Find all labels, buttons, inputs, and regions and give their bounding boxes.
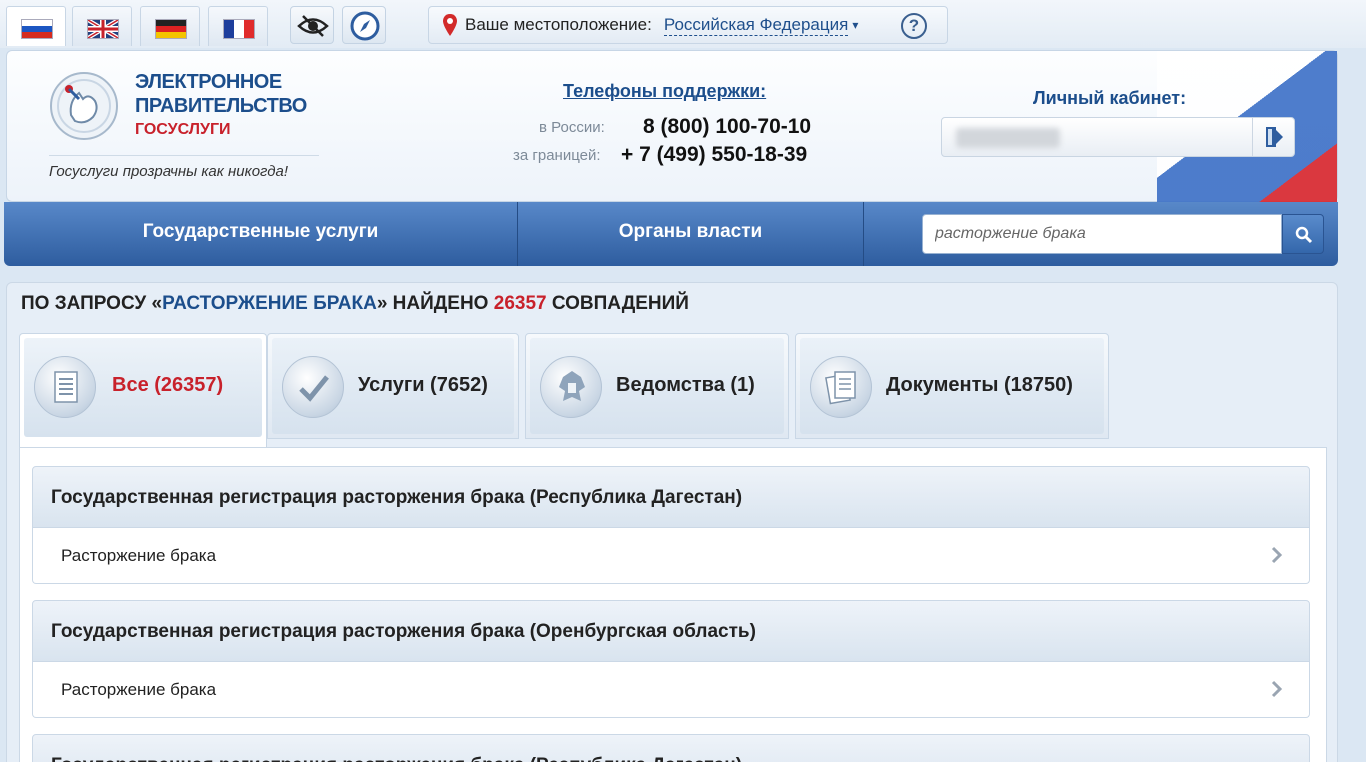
chevron-right-icon <box>1271 680 1283 698</box>
login-door-icon <box>1266 127 1283 147</box>
phone-number-abroad: + 7 (499) 550-18-39 <box>621 143 808 166</box>
eye-crossed-icon <box>297 15 329 37</box>
results-suffix: СОВПАДЕНИЙ <box>546 293 689 314</box>
documents-icon <box>810 356 872 418</box>
tab-all[interactable]: Все (26357) <box>19 333 267 447</box>
language-de-button[interactable] <box>140 6 200 46</box>
results-count: 26357 <box>493 293 547 314</box>
coat-of-arms-icon <box>540 356 602 418</box>
result-group-title: Государственная регистрация расторжения … <box>32 466 1310 528</box>
results-list: Государственная регистрация расторжения … <box>19 447 1327 762</box>
map-pin-icon <box>443 14 457 36</box>
germany-flag-icon <box>155 19 187 39</box>
location-label: Ваше местоположение: <box>465 15 652 34</box>
search-results-section: ПО ЗАПРОСУ «РАСТОРЖЕНИЕ БРАКА» НАЙДЕНО 2… <box>6 282 1338 762</box>
location-selector: Ваше местоположение: Российская Федераци… <box>428 6 948 44</box>
login-button[interactable] <box>1252 118 1294 156</box>
checkmark-icon <box>282 356 344 418</box>
compass-button[interactable] <box>342 6 386 44</box>
results-query: РАСТОРЖЕНИЕ БРАКА <box>162 293 377 314</box>
logo-brand: ГОСУСЛУГИ <box>135 121 231 138</box>
support-phones-title[interactable]: Телефоны поддержки: <box>563 81 766 102</box>
gosuslugi-logo-icon[interactable] <box>49 71 119 141</box>
language-fr-button[interactable] <box>208 6 268 46</box>
search-input[interactable] <box>922 214 1282 254</box>
tab-services[interactable]: Услуги (7652) <box>267 333 519 439</box>
phone-number-russia: 8 (800) 100-70-10 <box>643 115 812 138</box>
personal-cabinet-login-field[interactable] <box>941 117 1295 157</box>
tab-all-label: Все (26357) <box>112 374 224 396</box>
location-dropdown[interactable]: Российская Федерация <box>663 15 849 36</box>
main-nav: Государственные услуги Органы власти <box>4 202 1338 266</box>
phone-label-abroad: за границей: <box>513 147 601 164</box>
result-item-label: Расторжение брака <box>61 680 217 699</box>
language-en-button[interactable] <box>72 6 132 46</box>
blurred-username <box>956 128 1060 148</box>
result-group-title: Государственная регистрация расторжения … <box>32 734 1310 762</box>
tab-services-label: Услуги (7652) <box>358 374 488 396</box>
tab-documents-label: Документы (18750) <box>886 374 1073 396</box>
language-ru-button[interactable] <box>6 6 66 46</box>
result-item-label: Расторжение брака <box>61 546 217 565</box>
russia-flag-icon <box>21 19 53 39</box>
divider <box>49 155 319 156</box>
results-middle: » НАЙДЕНО <box>376 293 494 314</box>
slogan: Госуслуги прозрачны как никогда! <box>49 163 289 180</box>
france-flag-icon <box>223 19 255 39</box>
list-icon <box>34 356 96 418</box>
help-icon[interactable]: ? <box>901 13 927 39</box>
uk-flag-icon <box>87 19 119 39</box>
result-group-title: Государственная регистрация расторжения … <box>32 600 1310 662</box>
results-prefix: ПО ЗАПРОСУ « <box>21 293 163 314</box>
personal-cabinet-title: Личный кабинет: <box>1033 88 1187 108</box>
chevron-down-icon[interactable]: ▾ <box>852 18 858 32</box>
tab-agencies[interactable]: Ведомства (1) <box>525 333 789 439</box>
search-icon <box>1295 226 1313 244</box>
nav-state-services[interactable]: Государственные услуги <box>4 202 518 266</box>
result-item[interactable]: Расторжение брака <box>32 662 1310 718</box>
results-heading: ПО ЗАПРОСУ «РАСТОРЖЕНИЕ БРАКА» НАЙДЕНО 2… <box>21 293 689 315</box>
top-strip: Ваше местоположение: Российская Федераци… <box>0 0 1366 48</box>
nav-authorities[interactable]: Органы власти <box>518 202 864 266</box>
result-item[interactable]: Расторжение брака <box>32 528 1310 584</box>
logo-title: ЭЛЕКТРОННОЕ <box>135 71 282 93</box>
low-vision-button[interactable] <box>290 6 334 44</box>
tab-documents[interactable]: Документы (18750) <box>795 333 1109 439</box>
search-button[interactable] <box>1282 214 1324 254</box>
tab-agencies-label: Ведомства (1) <box>616 374 755 396</box>
site-header: ЭЛЕКТРОННОЕ ПРАВИТЕЛЬСТВО ГОСУСЛУГИ Госу… <box>6 50 1338 202</box>
chevron-right-icon <box>1271 546 1283 564</box>
logo-subtitle: ПРАВИТЕЛЬСТВО <box>135 95 307 117</box>
compass-icon <box>350 11 380 41</box>
phone-label-russia: в России: <box>539 119 605 136</box>
